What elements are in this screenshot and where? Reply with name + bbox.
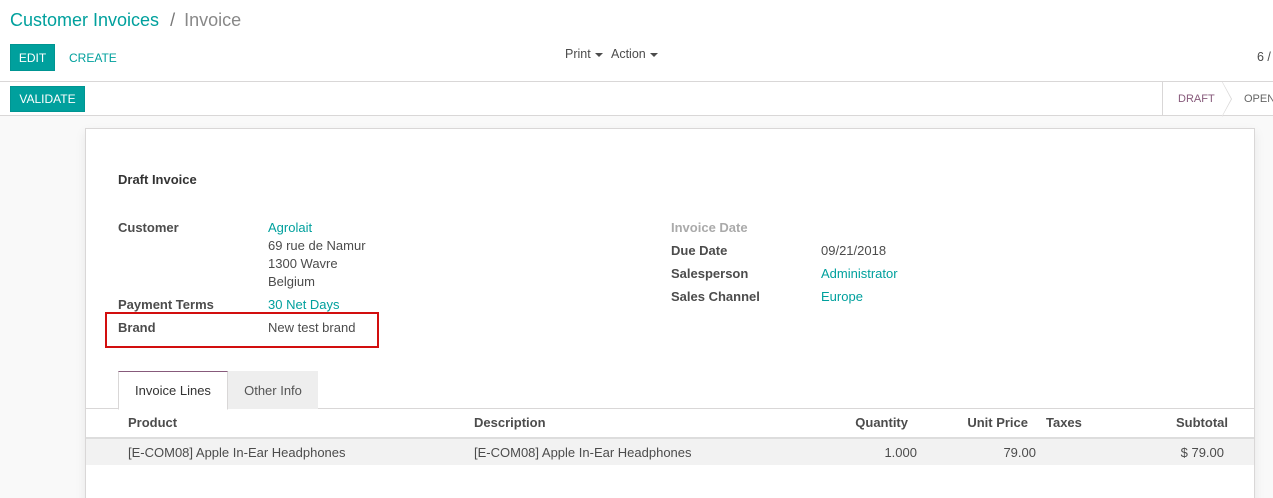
sales-channel-link[interactable]: Europe xyxy=(821,289,863,304)
create-button[interactable]: CREATE xyxy=(69,44,117,71)
breadcrumb: Customer Invoices / Invoice xyxy=(10,10,241,31)
control-panel: Customer Invoices / Invoice EDIT CREATE … xyxy=(0,0,1273,82)
cell-unit-price: 79.00 xyxy=(1003,445,1036,460)
salesperson-label: Salesperson xyxy=(671,266,749,281)
column-subtotal[interactable]: Subtotal xyxy=(1146,415,1228,430)
invoice-date-label: Invoice Date xyxy=(671,220,748,235)
column-quantity[interactable]: Quantity xyxy=(826,415,908,430)
print-label: Print xyxy=(565,47,591,61)
breadcrumb-separator: / xyxy=(170,10,176,30)
cell-description: [E-COM08] Apple In-Ear Headphones xyxy=(474,445,692,460)
address-line-1: 69 rue de Namur xyxy=(268,238,366,253)
form-title: Draft Invoice xyxy=(118,172,197,187)
due-date-label: Due Date xyxy=(671,243,728,258)
column-product[interactable]: Product xyxy=(128,415,177,430)
address-line-3: Belgium xyxy=(268,274,315,289)
column-description[interactable]: Description xyxy=(474,415,546,430)
tab-other-info[interactable]: Other Info xyxy=(228,371,318,409)
payment-terms-label: Payment Terms xyxy=(118,297,214,312)
status-step-draft: DRAFT xyxy=(1162,81,1232,117)
due-date-value: 09/21/2018 xyxy=(821,243,887,258)
tab-invoice-lines[interactable]: Invoice Lines xyxy=(118,371,228,410)
column-taxes[interactable]: Taxes xyxy=(1046,415,1082,430)
edit-button[interactable]: EDIT xyxy=(10,44,55,71)
cell-product: [E-COM08] Apple In-Ear Headphones xyxy=(128,445,346,460)
cell-subtotal: $ 79.00 xyxy=(1180,445,1224,460)
print-dropdown[interactable]: Print xyxy=(565,47,603,61)
customer-link[interactable]: Agrolait xyxy=(268,220,312,235)
caret-down-icon xyxy=(594,52,603,57)
form-sheet: Draft Invoice Customer Agrolait 69 rue d… xyxy=(85,128,1255,498)
column-unit-price[interactable]: Unit Price xyxy=(946,415,1028,430)
salesperson-link[interactable]: Administrator xyxy=(821,266,898,281)
notebook-tabs: Invoice Lines Other Info xyxy=(86,371,1254,410)
brand-label: Brand xyxy=(118,320,156,335)
validate-button[interactable]: VALIDATE xyxy=(10,86,85,112)
table-header: Product Description Quantity Unit Price … xyxy=(86,409,1254,439)
table-row[interactable]: [E-COM08] Apple In-Ear Headphones [E-COM… xyxy=(86,439,1254,465)
caret-down-icon xyxy=(649,52,658,57)
address-line-2: 1300 Wavre xyxy=(268,256,338,271)
payment-terms-link[interactable]: 30 Net Days xyxy=(268,297,340,312)
pager-value[interactable]: 6 / xyxy=(1257,50,1271,64)
customer-label: Customer xyxy=(118,220,179,235)
cell-quantity: 1.000 xyxy=(884,445,917,460)
sales-channel-label: Sales Channel xyxy=(671,289,760,304)
breadcrumb-customer-invoices[interactable]: Customer Invoices xyxy=(10,10,159,30)
statusbar: VALIDATE DRAFT OPEN xyxy=(0,81,1273,117)
status-steps: DRAFT OPEN xyxy=(1162,81,1273,117)
brand-value: New test brand xyxy=(268,320,356,335)
action-label: Action xyxy=(611,47,646,61)
action-dropdown[interactable]: Action xyxy=(611,47,658,61)
breadcrumb-current: Invoice xyxy=(184,10,242,30)
